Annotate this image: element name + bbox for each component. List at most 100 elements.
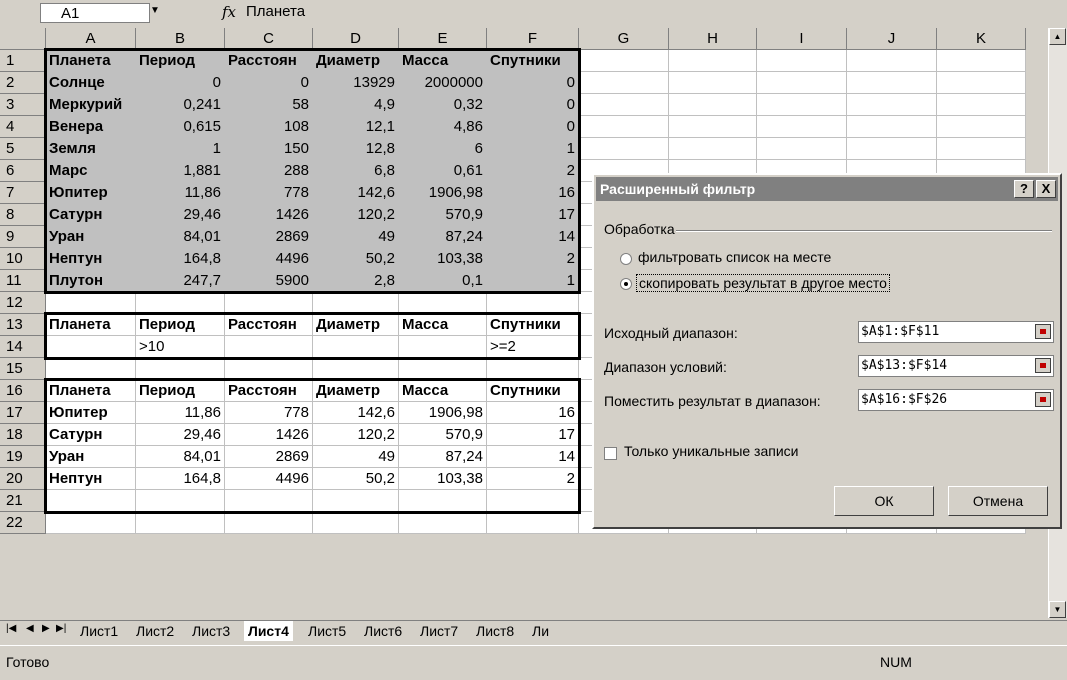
- row-header-8[interactable]: 8: [0, 204, 46, 226]
- table-cell[interactable]: 1: [487, 270, 579, 292]
- sheet-tab[interactable]: Лист4: [244, 621, 293, 641]
- sheet-tab[interactable]: Лист6: [360, 621, 406, 641]
- row-header-18[interactable]: 18: [0, 424, 46, 446]
- table-cell[interactable]: 1: [487, 138, 579, 160]
- table-cell[interactable]: 778: [225, 182, 313, 204]
- cell[interactable]: [399, 292, 487, 314]
- help-button[interactable]: ?: [1014, 180, 1034, 198]
- column-header-I[interactable]: I: [757, 28, 847, 50]
- table-cell[interactable]: 49: [313, 226, 399, 248]
- cell[interactable]: [487, 490, 579, 512]
- cell[interactable]: [46, 512, 136, 534]
- row-header-6[interactable]: 6: [0, 160, 46, 182]
- dialog-title-bar[interactable]: Расширенный фильтр ? X: [596, 177, 1058, 201]
- table-cell[interactable]: 0,241: [136, 94, 225, 116]
- table-cell[interactable]: 2869: [225, 226, 313, 248]
- sheet-tab[interactable]: Лист7: [416, 621, 462, 641]
- criteria-cell[interactable]: [313, 336, 399, 358]
- table-cell[interactable]: 2: [487, 248, 579, 270]
- cell[interactable]: [399, 358, 487, 380]
- collapse-dialog-icon[interactable]: [1035, 392, 1051, 407]
- table-cell[interactable]: 0: [136, 72, 225, 94]
- cell[interactable]: [579, 138, 669, 160]
- row-header-14[interactable]: 14: [0, 336, 46, 358]
- table-cell[interactable]: 1906,98: [399, 182, 487, 204]
- table-cell[interactable]: 0: [487, 94, 579, 116]
- table-cell[interactable]: Расстоян: [225, 380, 313, 402]
- table-cell[interactable]: 4,9: [313, 94, 399, 116]
- table-cell[interactable]: 14: [487, 226, 579, 248]
- table-cell[interactable]: 12,8: [313, 138, 399, 160]
- cell[interactable]: [225, 512, 313, 534]
- cell[interactable]: [847, 50, 937, 72]
- sheet-tab[interactable]: Лист1: [76, 621, 122, 641]
- table-cell[interactable]: 0: [225, 72, 313, 94]
- table-cell[interactable]: 164,8: [136, 468, 225, 490]
- criteria-cell[interactable]: [225, 336, 313, 358]
- copy-to-location-radio[interactable]: [620, 278, 632, 290]
- table-cell[interactable]: 17: [487, 424, 579, 446]
- cell[interactable]: [487, 358, 579, 380]
- column-header-G[interactable]: G: [579, 28, 669, 50]
- table-cell[interactable]: Уран: [46, 446, 136, 468]
- cell[interactable]: [225, 358, 313, 380]
- sheet-tab[interactable]: Лист3: [188, 621, 234, 641]
- table-cell[interactable]: 142,6: [313, 402, 399, 424]
- table-cell[interactable]: Сатурн: [46, 204, 136, 226]
- cell[interactable]: [669, 138, 757, 160]
- row-header-16[interactable]: 16: [0, 380, 46, 402]
- cell[interactable]: [225, 490, 313, 512]
- cell[interactable]: [225, 292, 313, 314]
- table-cell[interactable]: 2,8: [313, 270, 399, 292]
- row-header-2[interactable]: 2: [0, 72, 46, 94]
- table-cell[interactable]: 50,2: [313, 468, 399, 490]
- ok-button[interactable]: ОК: [834, 486, 934, 516]
- table-cell[interactable]: 2: [487, 160, 579, 182]
- table-cell[interactable]: Расстоян: [225, 314, 313, 336]
- cell[interactable]: [937, 116, 1026, 138]
- table-cell[interactable]: 84,01: [136, 446, 225, 468]
- table-cell[interactable]: 1426: [225, 424, 313, 446]
- row-header-1[interactable]: 1: [0, 50, 46, 72]
- collapse-dialog-icon[interactable]: [1035, 358, 1051, 373]
- scroll-down-button[interactable]: ▼: [1049, 601, 1066, 618]
- row-header-12[interactable]: 12: [0, 292, 46, 314]
- formula-input[interactable]: Планета: [246, 3, 305, 20]
- cell[interactable]: [46, 292, 136, 314]
- cell[interactable]: [399, 512, 487, 534]
- last-sheet-icon[interactable]: ▶|: [56, 623, 66, 634]
- cell[interactable]: [136, 490, 225, 512]
- table-cell[interactable]: Спутники: [487, 314, 579, 336]
- cell[interactable]: [136, 358, 225, 380]
- sheet-tab[interactable]: Лист2: [132, 621, 178, 641]
- table-cell[interactable]: Диаметр: [313, 380, 399, 402]
- table-cell[interactable]: Спутники: [487, 380, 579, 402]
- collapse-dialog-icon[interactable]: [1035, 324, 1051, 339]
- cell[interactable]: [399, 490, 487, 512]
- cell[interactable]: [313, 512, 399, 534]
- unique-records-checkbox[interactable]: [604, 447, 617, 460]
- column-header-D[interactable]: D: [313, 28, 399, 50]
- table-cell[interactable]: Планета: [46, 314, 136, 336]
- copy-to-location-label[interactable]: скопировать результат в другое место: [636, 274, 890, 292]
- cell[interactable]: [136, 512, 225, 534]
- table-cell[interactable]: 0: [487, 116, 579, 138]
- table-cell[interactable]: Диаметр: [313, 50, 399, 72]
- cell[interactable]: [757, 138, 847, 160]
- row-header-5[interactable]: 5: [0, 138, 46, 160]
- table-cell[interactable]: Масса: [399, 380, 487, 402]
- column-header-F[interactable]: F: [487, 28, 579, 50]
- table-cell[interactable]: 49: [313, 446, 399, 468]
- row-header-13[interactable]: 13: [0, 314, 46, 336]
- scroll-up-button[interactable]: ▲: [1049, 28, 1066, 45]
- prev-sheet-icon[interactable]: ◀: [26, 623, 34, 634]
- table-cell[interactable]: 2869: [225, 446, 313, 468]
- table-cell[interactable]: 108: [225, 116, 313, 138]
- table-cell[interactable]: 247,7: [136, 270, 225, 292]
- criteria-cell[interactable]: [46, 336, 136, 358]
- cell[interactable]: [669, 72, 757, 94]
- table-cell[interactable]: 87,24: [399, 446, 487, 468]
- cell[interactable]: [757, 116, 847, 138]
- table-cell[interactable]: Марс: [46, 160, 136, 182]
- cell[interactable]: [579, 50, 669, 72]
